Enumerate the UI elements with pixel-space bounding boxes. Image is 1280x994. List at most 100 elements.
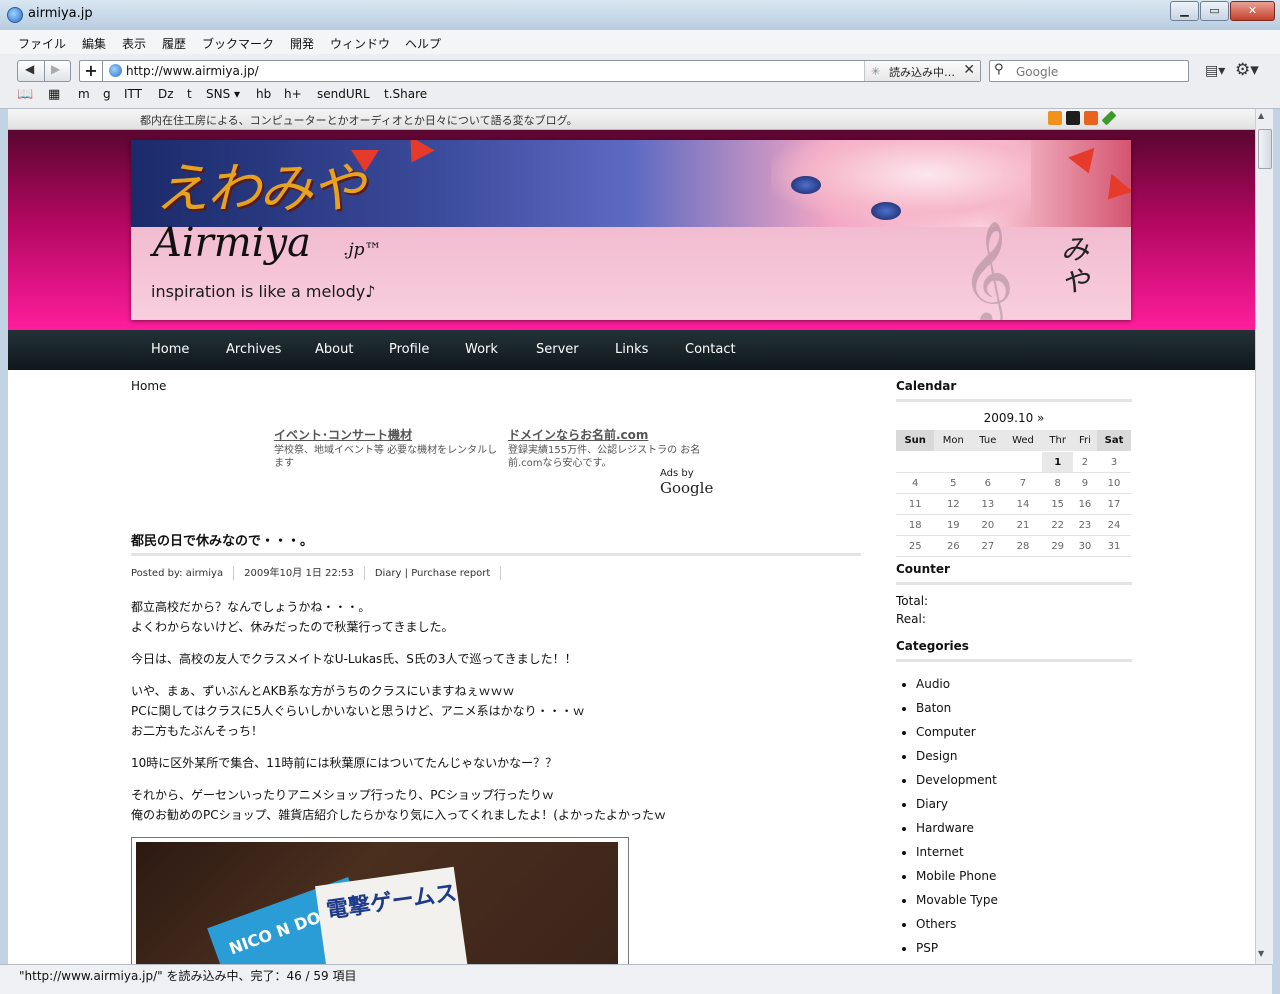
back-arrow-icon[interactable]: ◀ bbox=[25, 62, 34, 76]
close-button[interactable]: ✕ bbox=[1230, 1, 1275, 21]
ads-by-google[interactable]: Ads by Google bbox=[660, 468, 744, 497]
counter-widget: Counter bbox=[896, 562, 1132, 585]
nav-work[interactable]: Work bbox=[465, 342, 498, 357]
post-title[interactable]: 都民の日で休みなので・・・。 bbox=[131, 530, 313, 549]
menu-bookmarks[interactable]: ブックマーク bbox=[202, 35, 274, 52]
banner-miya-text: みや bbox=[1061, 233, 1090, 298]
bookmark-item[interactable]: sendURL bbox=[317, 87, 370, 101]
site-tagline: 都内在住工房による、コンピューターとかオーディオとか日々について語る変なブログ。 bbox=[140, 114, 578, 127]
category-link[interactable]: Baton bbox=[916, 699, 998, 723]
post-date[interactable]: 2009年10月 1日 22:53 bbox=[244, 568, 354, 579]
loading-label: 読み込み中… bbox=[889, 66, 955, 79]
site-globe-icon bbox=[109, 64, 122, 77]
menu-file[interactable]: ファイル bbox=[18, 35, 66, 52]
category-link[interactable]: Audio bbox=[916, 675, 998, 699]
bookmark-item[interactable]: hb bbox=[256, 87, 271, 101]
post-categories[interactable]: Diary | Purchase report bbox=[375, 568, 491, 579]
page-menu-icon[interactable]: ▤▾ bbox=[1205, 63, 1225, 79]
feed-icons bbox=[1048, 110, 1120, 126]
weekday-header: Tue bbox=[972, 430, 1004, 452]
banner-kana-logo: えわみや bbox=[155, 157, 365, 220]
nav-about[interactable]: About bbox=[315, 342, 353, 357]
category-link[interactable]: Mobile Phone bbox=[916, 867, 998, 891]
bookmark-item[interactable]: h+ bbox=[284, 87, 302, 101]
forward-arrow-icon[interactable]: ▶ bbox=[51, 62, 60, 76]
calendar-month[interactable]: 2009.10 » bbox=[896, 411, 1132, 425]
navigation-bar: ◀ ▶ + http://www.airmiya.jp/ ✳ 読み込み中… ✕ … bbox=[0, 54, 1280, 86]
calendar-week: 25 26 27 28 29 30 31 bbox=[896, 535, 1131, 557]
bookmark-item[interactable]: t bbox=[187, 87, 192, 101]
menu-window[interactable]: ウィンドウ bbox=[330, 35, 390, 52]
ad-title[interactable]: ドメインならお名前.com bbox=[508, 426, 708, 443]
feed-reader-icon[interactable] bbox=[1066, 111, 1080, 125]
pencil-icon[interactable] bbox=[1101, 110, 1117, 126]
bookmark-item[interactable]: ITT bbox=[124, 87, 142, 101]
category-link[interactable]: Internet bbox=[916, 843, 998, 867]
category-link[interactable]: Computer bbox=[916, 723, 998, 747]
gear-icon[interactable]: ⚙▾ bbox=[1235, 60, 1259, 80]
bookmark-item[interactable]: t.Share bbox=[384, 87, 427, 101]
spinner-icon: ✳ bbox=[871, 65, 881, 78]
breadcrumb[interactable]: Home bbox=[131, 379, 166, 393]
nav-links[interactable]: Links bbox=[615, 342, 648, 357]
weekday-header: Sat bbox=[1097, 430, 1131, 452]
category-link[interactable]: Development bbox=[916, 771, 998, 795]
weekday-header: Fri bbox=[1072, 430, 1097, 452]
bookmark-item[interactable]: g bbox=[103, 87, 111, 101]
scroll-up-icon[interactable]: ▲ bbox=[1258, 111, 1264, 120]
add-bookmark-button[interactable]: + bbox=[80, 61, 103, 81]
book-icon[interactable]: 📖 bbox=[17, 87, 33, 102]
post-body: 都立高校だから？なんでしょうかね・・・。 よくわからないけど、休みだったので秋葉行… bbox=[131, 597, 861, 837]
nav-archives[interactable]: Archives bbox=[226, 342, 281, 357]
bookmark-item[interactable]: Dz bbox=[158, 87, 174, 101]
minimize-button[interactable]: ▁ bbox=[1170, 1, 1199, 21]
maximize-button[interactable]: ▭ bbox=[1200, 1, 1229, 21]
bookmarks-bar: 📖 ▦ m g ITT Dz t SNS ▾ hb h+ sendURL t.S… bbox=[0, 86, 1280, 109]
status-text: "http://www.airmiya.jp/" を読み込み中、完了：46 / … bbox=[19, 969, 357, 983]
site-logo-suffix: .jp™ bbox=[343, 240, 382, 260]
search-field[interactable]: ⚲ Google bbox=[989, 60, 1189, 82]
scroll-down-icon[interactable]: ▼ bbox=[1258, 949, 1264, 958]
calendar-day-today[interactable]: 1 bbox=[1042, 451, 1073, 473]
category-link[interactable]: Diary bbox=[916, 795, 998, 819]
site-header: えわみや Airmiya .jp™ inspiration is like a … bbox=[8, 130, 1255, 330]
ad-title[interactable]: イベント･コンサート機材 bbox=[274, 426, 506, 443]
bookmark-item[interactable]: m bbox=[78, 87, 90, 101]
site-banner[interactable]: えわみや Airmiya .jp™ inspiration is like a … bbox=[131, 140, 1131, 320]
category-link[interactable]: Design bbox=[916, 747, 998, 771]
category-link[interactable]: Hardware bbox=[916, 819, 998, 843]
ad-unit[interactable]: イベント･コンサート機材 学校祭、地域イベント等 必要な機材をレンタルします bbox=[274, 426, 506, 470]
browser-window: airmiya.jp ▁ ▭ ✕ ファイル 編集 表示 履歴 ブックマーク 開発… bbox=[0, 0, 1280, 994]
stop-loading-icon[interactable]: ✕ bbox=[963, 62, 975, 78]
scroll-thumb[interactable] bbox=[1258, 129, 1272, 169]
calendar-week: 123 bbox=[896, 451, 1131, 473]
url-field[interactable]: http://www.airmiya.jp/ bbox=[126, 64, 259, 78]
menu-edit[interactable]: 編集 bbox=[82, 35, 106, 52]
menu-history[interactable]: 履歴 bbox=[162, 35, 186, 52]
hatena-icon[interactable] bbox=[1084, 111, 1098, 125]
category-link[interactable]: Others bbox=[916, 915, 998, 939]
bookmark-item[interactable]: SNS ▾ bbox=[206, 87, 240, 101]
photo-magazine-text: 電撃ゲームス bbox=[324, 880, 459, 924]
search-icon: ⚲ bbox=[994, 62, 1004, 77]
rss-icon[interactable] bbox=[1048, 111, 1062, 125]
category-link[interactable]: Movable Type bbox=[916, 891, 998, 915]
categories-title: Categories bbox=[896, 639, 969, 653]
grid-icon[interactable]: ▦ bbox=[48, 87, 60, 102]
vertical-scrollbar[interactable]: ▲ ▼ bbox=[1255, 109, 1273, 964]
ad-unit[interactable]: ドメインならお名前.com 登録実績155万件、公認レジストラの お名前.com… bbox=[508, 426, 708, 470]
post-paragraph: いや、まぁ、ずいぶんとAKB系な方がうちのクラスにいますねぇｗｗｗ PCに関しては… bbox=[131, 684, 585, 738]
search-placeholder: Google bbox=[1016, 65, 1059, 79]
menu-view[interactable]: 表示 bbox=[122, 35, 146, 52]
nav-contact[interactable]: Contact bbox=[685, 342, 736, 357]
post-photo[interactable]: NICO N DOU 電撃ゲームス bbox=[131, 837, 629, 964]
category-link[interactable]: PSP bbox=[916, 939, 998, 963]
menu-help[interactable]: ヘルプ bbox=[405, 35, 441, 52]
weekday-header: Thr bbox=[1042, 430, 1073, 452]
calendar-title: Calendar bbox=[896, 379, 957, 393]
menu-develop[interactable]: 開発 bbox=[290, 35, 314, 52]
nav-home[interactable]: Home bbox=[151, 342, 189, 357]
nav-profile[interactable]: Profile bbox=[389, 342, 429, 357]
nav-server[interactable]: Server bbox=[536, 342, 579, 357]
calendar-table: Sun Mon Tue Wed Thr Fri Sat 123 4 5 6 7 8 9 10… bbox=[896, 430, 1131, 557]
